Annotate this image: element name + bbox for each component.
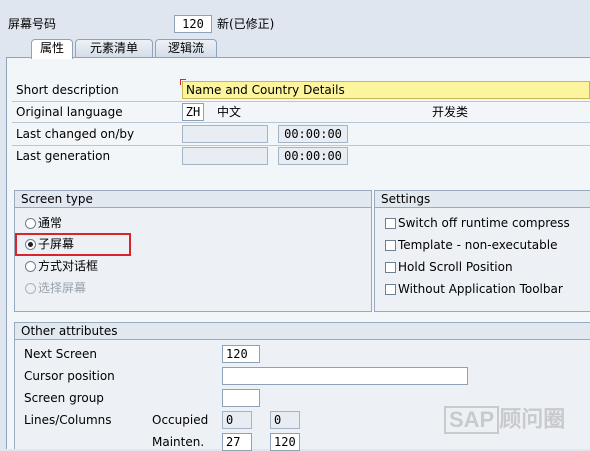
mainten-label: Mainten.: [152, 435, 205, 449]
next-screen-label: Next Screen: [24, 347, 98, 361]
occupied-columns-field: 0: [270, 411, 300, 429]
required-marker: [180, 79, 186, 85]
tab-flow-logic[interactable]: 逻辑流: [155, 39, 217, 58]
checkbox-hold-scroll-label: Hold Scroll Position: [398, 260, 513, 274]
watermark-logo: SAP: [444, 405, 500, 434]
original-language-label: Original language: [16, 105, 123, 119]
mainten-lines-input[interactable]: 27: [222, 433, 252, 451]
last-changed-date-field: [182, 125, 268, 143]
screen-type-title: Screen type: [15, 191, 371, 208]
last-changed-label: Last changed on/by: [16, 127, 135, 141]
checkbox-template-label: Template - non-executable: [398, 238, 558, 252]
row-separator: [12, 122, 590, 123]
radio-subscreen-label: 子屏幕: [38, 237, 75, 251]
checkbox-no-app-toolbar-label: Without Application Toolbar: [398, 282, 563, 296]
tab-attributes[interactable]: 属性: [31, 39, 73, 59]
watermark: SAP 顾问圈: [444, 404, 565, 434]
radio-selection-screen: [25, 283, 36, 294]
radio-modal-dialog-label: 方式对话框: [38, 259, 99, 273]
checkbox-runtime-compress[interactable]: [385, 218, 396, 229]
last-generation-label: Last generation: [16, 149, 111, 163]
radio-selection-screen-label: 选择屏幕: [38, 281, 87, 295]
row-separator: [12, 145, 590, 146]
settings-title: Settings: [375, 191, 590, 208]
radio-normal-label: 通常: [38, 216, 63, 230]
screen-number-label: 屏幕号码: [8, 17, 57, 31]
mainten-columns-input[interactable]: 120: [270, 433, 300, 451]
row-separator: [12, 101, 590, 102]
last-generation-time-field: 00:00:00: [278, 147, 348, 165]
last-generation-date-field: [182, 147, 268, 165]
checkbox-runtime-compress-label: Switch off runtime compress: [398, 216, 570, 230]
radio-modal-dialog[interactable]: [25, 261, 36, 272]
checkbox-no-app-toolbar[interactable]: [385, 284, 396, 295]
tab-element-list[interactable]: 元素清单: [75, 39, 153, 58]
lines-columns-label: Lines/Columns: [24, 413, 112, 427]
checkbox-template[interactable]: [385, 240, 396, 251]
occupied-lines-field: 0: [222, 411, 252, 429]
dev-class-label: 开发类: [432, 105, 469, 119]
short-description-label: Short description: [16, 83, 119, 97]
language-name-text: 中文: [217, 105, 242, 119]
screen-group-label: Screen group: [24, 391, 104, 405]
radio-subscreen[interactable]: [25, 239, 36, 250]
watermark-text: 顾问圈: [499, 406, 566, 433]
screen-group-input[interactable]: [222, 389, 260, 407]
checkbox-hold-scroll[interactable]: [385, 262, 396, 273]
occupied-label: Occupied: [152, 413, 209, 427]
short-description-input[interactable]: Name and Country Details: [182, 81, 590, 99]
status-text: 新(已修正): [217, 17, 275, 31]
other-attributes-title: Other attributes: [15, 323, 590, 340]
cursor-position-input[interactable]: [222, 367, 468, 385]
screen-number-field[interactable]: 120: [174, 15, 212, 33]
last-changed-time-field: 00:00:00: [278, 125, 348, 143]
radio-normal[interactable]: [25, 218, 36, 229]
next-screen-input[interactable]: 120: [222, 345, 260, 363]
language-code-field[interactable]: ZH: [182, 103, 204, 121]
cursor-position-label: Cursor position: [24, 369, 115, 383]
